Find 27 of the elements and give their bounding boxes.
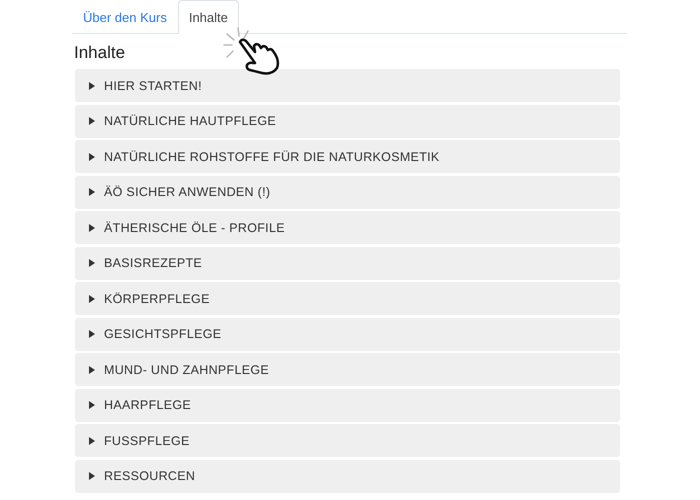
- accordion-title: NATÜRLICHE ROHSTOFFE FÜR DIE NATURKOSMETIK: [104, 150, 440, 164]
- accordion-item[interactable]: BASISREZEPTE: [75, 246, 620, 280]
- accordion-title: GESICHTSPFLEGE: [104, 327, 222, 341]
- accordion-title: ÄÖ SICHER ANWENDEN (!): [104, 185, 270, 199]
- section-heading: Inhalte: [74, 43, 126, 63]
- accordion-item[interactable]: NATÜRLICHE HAUTPFLEGE: [75, 104, 620, 138]
- accordion-item[interactable]: KÖRPERPFLEGE: [75, 282, 620, 315]
- accordion-title: ÄTHERISCHE ÖLE - PROFILE: [104, 220, 285, 234]
- accordion-item[interactable]: HAARPFLEGE: [75, 388, 620, 422]
- accordion-item[interactable]: NATÜRLICHE ROHSTOFFE FÜR DIE NATURKOSMETIK: [75, 140, 620, 173]
- tab[interactable]: Inhalte: [178, 0, 239, 34]
- accordion-title: KÖRPERPFLEGE: [104, 292, 210, 306]
- accordion-title: RESSOURCEN: [104, 469, 196, 483]
- accordion-item[interactable]: FUSSPFLEGE: [75, 424, 620, 457]
- accordion-item[interactable]: ÄTHERISCHE ÖLE - PROFILE: [75, 211, 620, 244]
- accordion-item[interactable]: GESICHTSPFLEGE: [75, 318, 620, 350]
- accordion-item[interactable]: MUND- UND ZAHNPFLEGE: [75, 353, 620, 386]
- accordion-title: NATÜRLICHE HAUTPFLEGE: [104, 114, 276, 128]
- accordion-item[interactable]: ÄÖ SICHER ANWENDEN (!): [75, 176, 620, 208]
- accordion-title: HAARPFLEGE: [104, 398, 192, 412]
- accordion-item[interactable]: RESSOURCEN: [75, 460, 620, 492]
- accordion-title: HIER STARTEN!: [104, 78, 202, 92]
- accordion-title: FUSSPFLEGE: [104, 434, 190, 448]
- accordion-item[interactable]: HIER STARTEN!: [75, 69, 620, 102]
- tab[interactable]: Über den Kurs: [72, 0, 178, 34]
- accordion-title: BASISREZEPTE: [104, 256, 202, 270]
- accordion-title: MUND- UND ZAHNPFLEGE: [104, 362, 270, 376]
